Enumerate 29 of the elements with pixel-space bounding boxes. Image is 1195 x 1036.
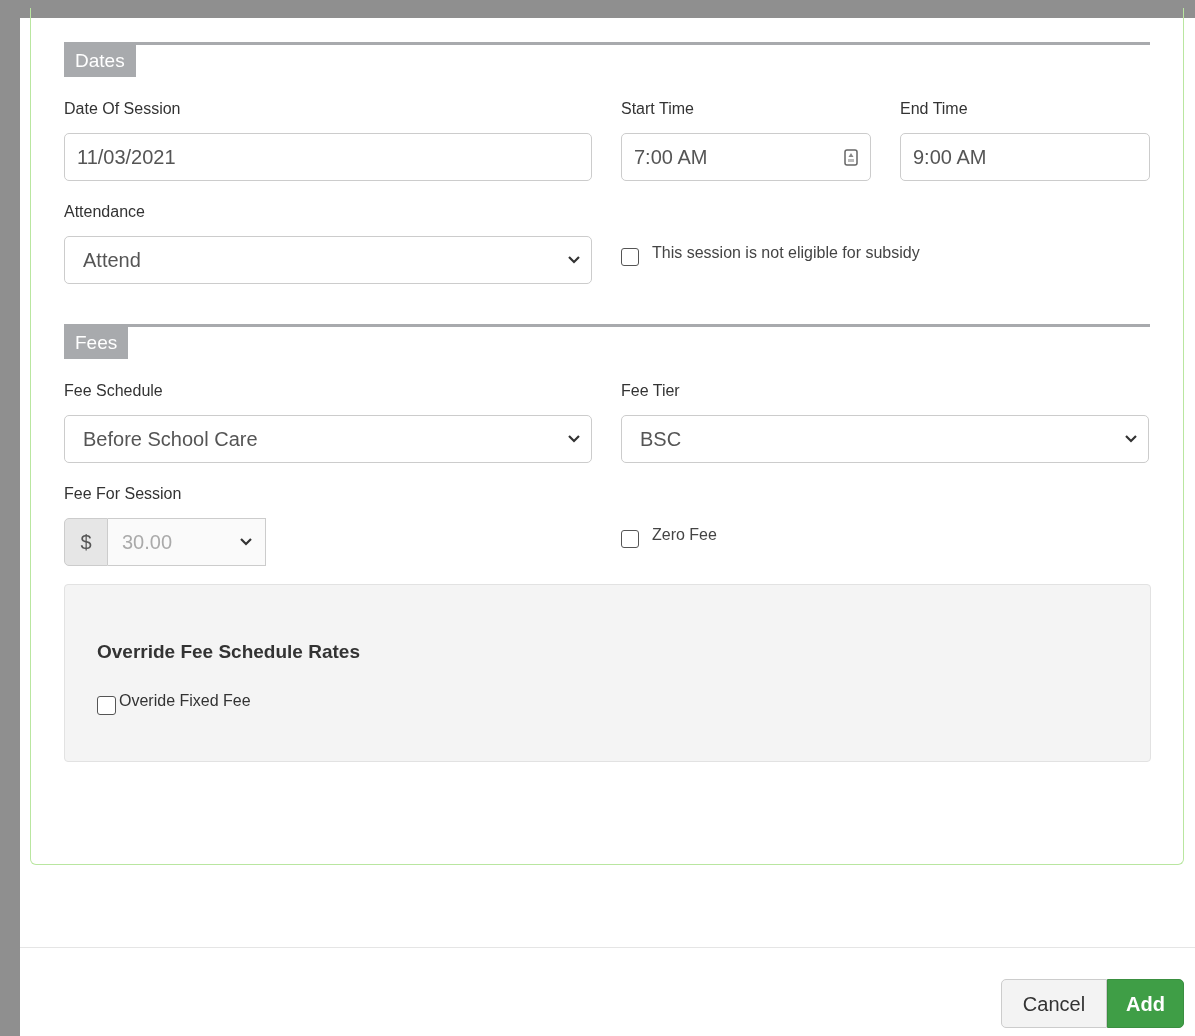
checkbox-label: This session is not eligible for subsidy: [652, 244, 920, 262]
text-field[interactable]: 9:00 AM: [900, 133, 1150, 181]
checkbox-label: Overide Fixed Fee: [119, 690, 251, 711]
field-label: Attendance: [64, 202, 146, 222]
section-title: Fees: [64, 327, 129, 359]
cancel-button[interactable]: Cancel: [1000, 979, 1108, 1028]
text-field[interactable]: 11/03/2021: [64, 133, 592, 181]
section-title: Dates: [64, 45, 136, 77]
time-field[interactable]: 7:00 AM: [621, 133, 871, 181]
spinner-icon: [844, 148, 858, 166]
currency-addon: $: [64, 518, 108, 566]
field-label: Fee Tier: [621, 381, 681, 401]
select-field[interactable]: Before School Care: [64, 415, 592, 463]
chevron-down-icon: [1124, 434, 1138, 444]
checkbox[interactable]: [621, 248, 639, 266]
checkbox[interactable]: [97, 695, 116, 715]
chevron-down-icon: [239, 537, 253, 547]
field-label: End Time: [900, 99, 969, 119]
field-label: Start Time: [621, 99, 695, 119]
chevron-down-icon: [567, 434, 581, 444]
checkbox[interactable]: [621, 530, 639, 548]
select-field[interactable]: BSC: [621, 415, 1149, 463]
select-field[interactable]: Attend: [64, 236, 592, 284]
chevron-down-icon: [567, 255, 581, 265]
field-label: Date Of Session: [64, 99, 182, 119]
checkbox-label: Zero Fee: [652, 526, 717, 544]
override-title: Override Fee Schedule Rates: [97, 640, 361, 664]
field-label: Fee Schedule: [64, 381, 164, 401]
field-label: Fee For Session: [64, 484, 183, 504]
